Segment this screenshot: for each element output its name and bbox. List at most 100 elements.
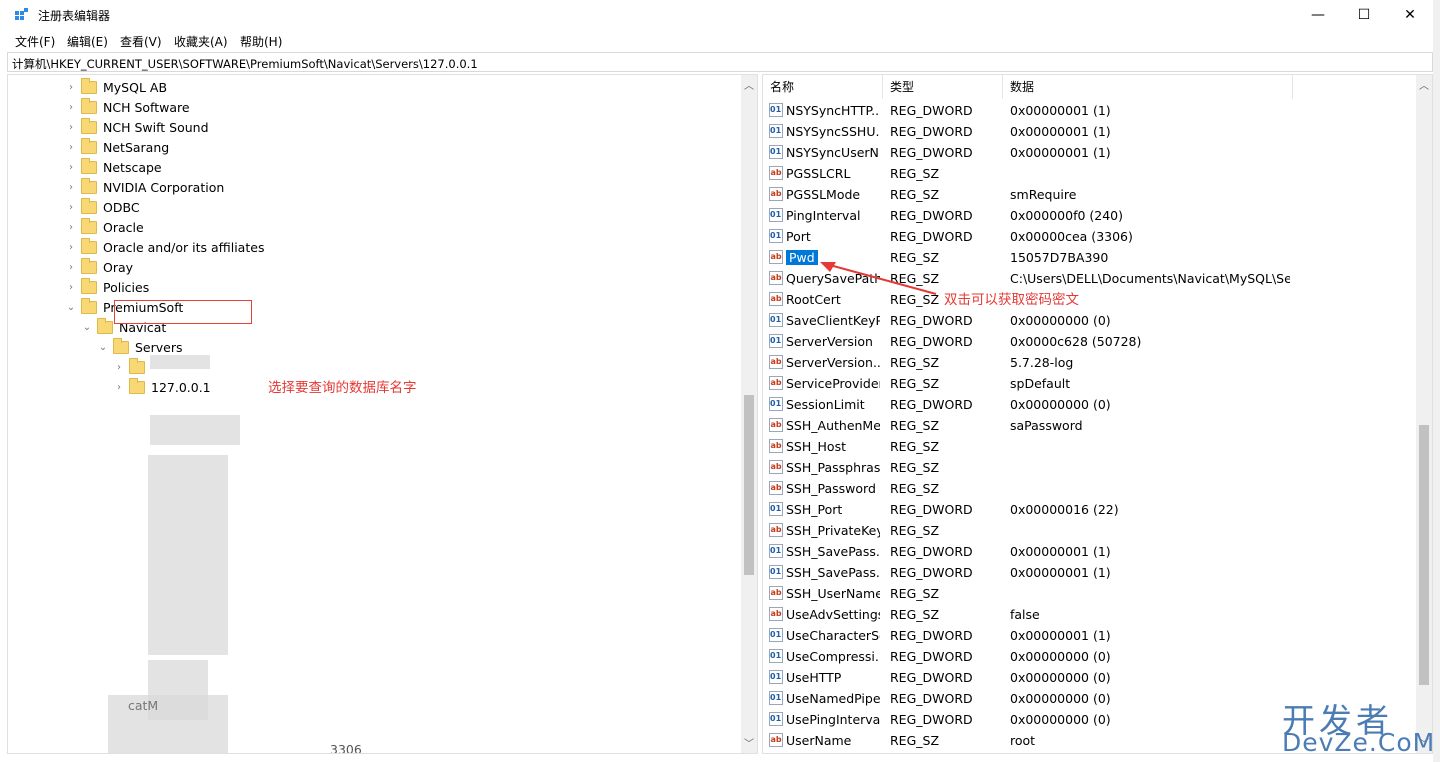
chevron-right-icon[interactable]: › — [65, 157, 77, 177]
value-row[interactable]: ab SSH_Password REG_SZ — [763, 479, 1418, 500]
chevron-right-icon[interactable]: › — [65, 117, 77, 137]
value-row[interactable]: ab SSH_UserName REG_SZ — [763, 584, 1418, 605]
chevron-right-icon[interactable]: › — [113, 377, 125, 397]
values-list-pane[interactable]: 名称 类型 数据 011 NSYSyncHTTP... REG_DWORD 0x000… — [762, 74, 1433, 754]
chevron-right-icon[interactable]: › — [65, 237, 77, 257]
tree-item-netsarang[interactable]: › NetSarang — [65, 137, 169, 157]
value-row[interactable]: ab PGSSLMode REG_SZ smRequire — [763, 185, 1418, 206]
value-row[interactable]: 011UseCompressi... REG_DWORD 0x00000000 (0… — [763, 647, 1418, 668]
key-tree-pane[interactable]: › MySQL AB › NCH Software › NCH Swift Sound… — [7, 74, 758, 754]
column-header-data[interactable]: 数据 — [1003, 75, 1293, 99]
value-row[interactable]: 011SSH_SavePass... REG_DWORD 0x00000001 (1… — [763, 563, 1418, 584]
tree-item-policies[interactable]: › Policies — [65, 277, 149, 297]
maximize-button[interactable]: ☐ — [1341, 0, 1387, 30]
value-row[interactable]: ab SSH_PrivateKey REG_SZ — [763, 521, 1418, 542]
tree-item-oracle[interactable]: › Oracle — [65, 217, 144, 237]
value-data: 0x00000000 (0) — [1010, 712, 1111, 727]
value-row[interactable]: 011PingInterval REG_DWORD 0x000000f0 (240) — [763, 206, 1418, 227]
chevron-right-icon[interactable]: › — [65, 217, 77, 237]
chevron-right-icon[interactable]: › — [65, 137, 77, 157]
value-name: UseAdvSettings — [786, 607, 880, 622]
menu-favorites[interactable]: 收藏夹(A) — [174, 33, 228, 50]
tree-item-oracle-affiliates[interactable]: › Oracle and/or its affiliates — [65, 237, 264, 257]
value-row[interactable]: ab SSH_Passphrase REG_SZ — [763, 458, 1418, 479]
value-row[interactable]: 011SSH_SavePass... REG_DWORD 0x00000001 (1… — [763, 542, 1418, 563]
menu-view[interactable]: 查看(V) — [120, 33, 162, 50]
value-row[interactable]: abSSH_AuthenMe... REG_SZ saPassword — [763, 416, 1418, 437]
address-bar[interactable]: 计算机\HKEY_CURRENT_USER\SOFTWARE\PremiumSo… — [7, 52, 1433, 72]
chevron-up-icon[interactable]: ︿ — [1419, 77, 1429, 92]
tree-item-label: Policies — [103, 279, 150, 295]
value-row[interactable]: 011SSH_Port REG_DWORD 0x00000016 (22) — [763, 500, 1418, 521]
chevron-down-icon[interactable]: ⌄ — [81, 317, 93, 337]
value-data: 5.7.28-log — [1010, 355, 1074, 370]
chevron-down-icon[interactable]: ⌄ — [65, 297, 77, 317]
tree-scrollbar[interactable]: ︿ ﹀ — [741, 75, 757, 753]
value-row[interactable]: ab ServerVersion... REG_SZ 5.7.28-log — [763, 353, 1418, 374]
tree-item-servers[interactable]: ⌄ Servers — [97, 337, 183, 357]
chevron-down-icon[interactable]: ⌄ — [97, 337, 109, 357]
close-button[interactable]: ✕ — [1387, 0, 1433, 30]
menu-file[interactable]: 文件(F) — [15, 33, 55, 50]
string-value-icon: ab — [769, 376, 783, 390]
chevron-right-icon[interactable]: › — [65, 197, 77, 217]
chevron-right-icon[interactable]: › — [65, 277, 77, 297]
title-bar[interactable]: 注册表编辑器 — ☐ ✕ — [0, 0, 1433, 30]
value-type: REG_DWORD — [890, 103, 973, 118]
minimize-button[interactable]: — — [1295, 0, 1341, 30]
value-name: NSYSyncHTTP... — [786, 103, 880, 118]
dword-value-icon: 011 — [769, 208, 783, 222]
chevron-right-icon[interactable]: › — [65, 77, 77, 97]
values-scrollbar[interactable]: ︿ ﹀ — [1416, 75, 1432, 753]
value-row[interactable]: 011NSYSyncHTTP... REG_DWORD 0x00000001 (1) — [763, 101, 1418, 122]
tree-item-nvidia[interactable]: › NVIDIA Corporation — [65, 177, 224, 197]
menu-help[interactable]: 帮助(H) — [240, 33, 282, 50]
menu-edit[interactable]: 编辑(E) — [67, 33, 108, 50]
value-type: REG_DWORD — [890, 397, 973, 412]
tree-scrollbar-thumb[interactable] — [744, 395, 754, 575]
value-row[interactable]: ab SSH_Host REG_SZ — [763, 437, 1418, 458]
value-row[interactable]: 011SessionLimit REG_DWORD 0x00000000 (0) — [763, 395, 1418, 416]
value-row[interactable]: ab ServiceProvider REG_SZ spDefault — [763, 374, 1418, 395]
tree-item-blurred[interactable]: › — [113, 357, 151, 377]
chevron-up-icon[interactable]: ︿ — [744, 77, 754, 92]
chevron-right-icon[interactable]: › — [65, 97, 77, 117]
value-row[interactable]: ab PGSSLCRL REG_SZ — [763, 164, 1418, 185]
tree-item-127-0-0-1[interactable]: › 127.0.0.1 — [113, 377, 211, 397]
tree-item-label: Oracle — [103, 219, 144, 235]
value-row[interactable]: ab UseAdvSettings REG_SZ false — [763, 605, 1418, 626]
tree-item-oray[interactable]: › Oray — [65, 257, 133, 277]
value-row[interactable]: 011UseCharacterSet REG_DWORD 0x00000001 (1… — [763, 626, 1418, 647]
value-row[interactable]: 011NSYSyncUserN... REG_DWORD 0x00000001 (1… — [763, 143, 1418, 164]
value-name: SSH_UserName — [786, 586, 880, 601]
tree-item-nch-swift-sound[interactable]: › NCH Swift Sound — [65, 117, 209, 137]
folder-icon — [81, 277, 97, 294]
folder-icon — [81, 197, 97, 214]
chevron-down-icon[interactable]: ﹀ — [744, 735, 754, 750]
chevron-right-icon[interactable]: › — [65, 257, 77, 277]
column-header-type[interactable]: 类型 — [883, 75, 1003, 99]
tree-item-netscape[interactable]: › Netscape — [65, 157, 162, 177]
tree-item-nch-software[interactable]: › NCH Software — [65, 97, 190, 117]
partial-tree-label: catM — [128, 697, 159, 713]
chevron-right-icon[interactable]: › — [113, 357, 125, 377]
tree-item-label: Netscape — [103, 159, 162, 175]
value-row[interactable]: 011UseHTTP REG_DWORD 0x00000000 (0) — [763, 668, 1418, 689]
tree-item-mysql-ab[interactable]: › MySQL AB — [65, 77, 167, 97]
dword-value-icon: 011 — [769, 565, 783, 579]
chevron-right-icon[interactable]: › — [65, 177, 77, 197]
value-data: 0x00000000 (0) — [1010, 649, 1111, 664]
string-value-icon: ab — [769, 481, 783, 495]
folder-icon — [81, 297, 97, 314]
value-type: REG_SZ — [890, 586, 940, 601]
value-row[interactable]: 011NSYSyncSSHU... REG_DWORD 0x00000001 (1) — [763, 122, 1418, 143]
string-value-icon: ab — [769, 250, 783, 264]
value-row[interactable]: 011Port REG_DWORD 0x00000cea (3306) — [763, 227, 1418, 248]
blurred-region — [148, 455, 228, 655]
string-value-icon: ab — [769, 733, 783, 747]
column-header-name[interactable]: 名称 — [763, 75, 883, 99]
value-row[interactable]: 011ServerVersion REG_DWORD 0x0000c628 (507… — [763, 332, 1418, 353]
value-row[interactable]: 011SaveClientKeyP... REG_DWORD 0x00000000 … — [763, 311, 1418, 332]
tree-item-odbc[interactable]: › ODBC — [65, 197, 140, 217]
values-scrollbar-thumb[interactable] — [1419, 425, 1429, 685]
